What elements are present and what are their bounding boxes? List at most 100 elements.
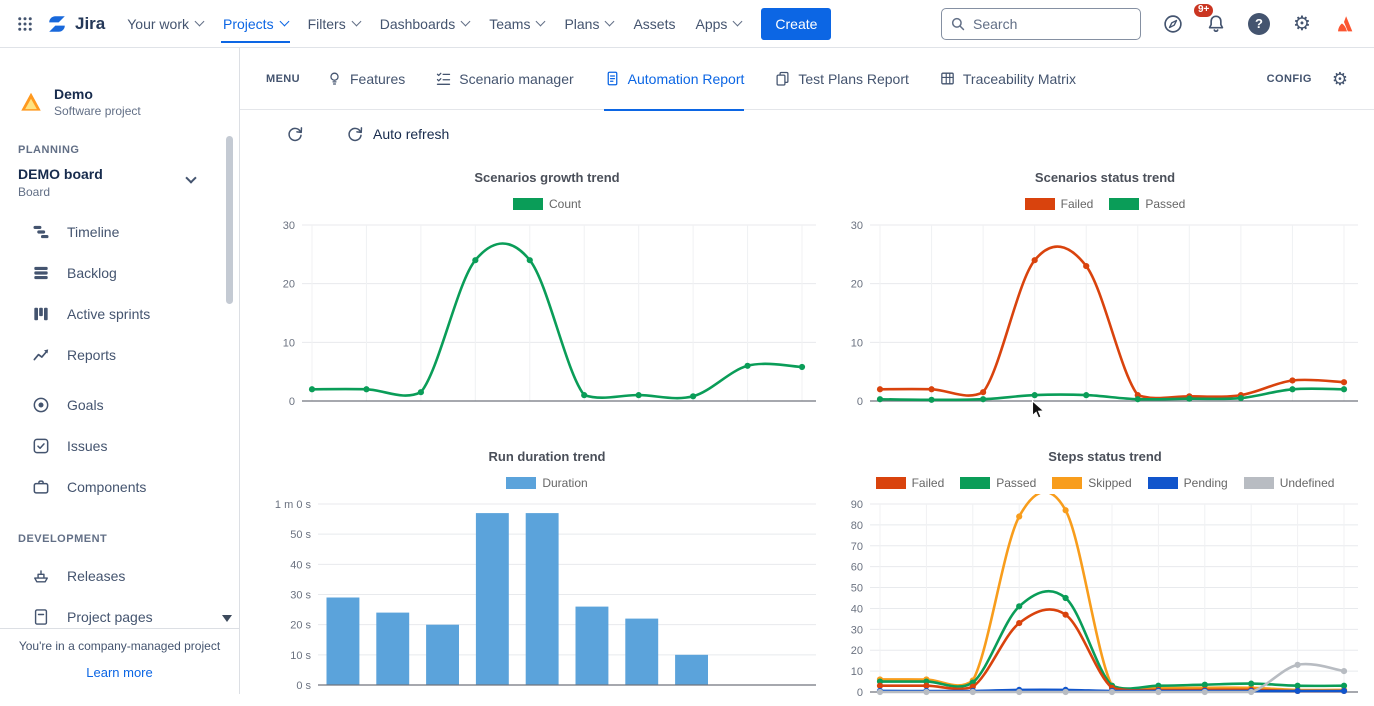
tab-features[interactable]: Features	[326, 48, 405, 110]
menu-button[interactable]: MENU	[266, 73, 300, 85]
help-icon[interactable]: ?	[1244, 9, 1274, 39]
settings-gear-icon[interactable]: ⚙	[1287, 9, 1317, 39]
svg-text:20: 20	[851, 279, 863, 291]
steps-status-chart[interactable]: 0102030405060708090	[836, 494, 1368, 706]
sidebar-item-releases[interactable]: Releases	[0, 555, 239, 596]
legend-swatch-icon	[960, 477, 990, 489]
reports-icon	[30, 344, 52, 366]
legend-item[interactable]: Failed	[876, 476, 945, 490]
legend-label: Passed	[996, 476, 1036, 490]
svg-text:40: 40	[851, 603, 863, 615]
legend-item[interactable]: Count	[513, 197, 581, 211]
sidebar-item-issues[interactable]: Issues	[0, 425, 239, 466]
run-duration-chart[interactable]: 0 s10 s20 s30 s40 s50 s1 m 0 s	[266, 494, 826, 699]
legend-item[interactable]: Undefined	[1244, 476, 1335, 490]
sidebar-item-backlog[interactable]: Backlog	[0, 252, 239, 293]
discover-compass-icon[interactable]	[1158, 9, 1188, 39]
chart-title: Scenarios status trend	[836, 170, 1374, 185]
sidebar-item-components[interactable]: Components	[0, 466, 239, 507]
legend-item[interactable]: Passed	[1109, 197, 1185, 211]
sidebar-item-label: Timeline	[67, 224, 119, 240]
nav-item-projects[interactable]: Projects	[213, 7, 298, 41]
section-label-planning: PLANNING	[18, 144, 239, 156]
nav-item-plans[interactable]: Plans	[554, 7, 623, 41]
nav-item-teams[interactable]: Teams	[479, 7, 554, 41]
page-icon	[30, 606, 52, 628]
legend-label: Passed	[1145, 197, 1185, 211]
tab-label: Scenario manager	[459, 71, 573, 87]
nav-item-filters[interactable]: Filters	[298, 7, 370, 41]
tab-test-plans-report[interactable]: Test Plans Report	[774, 48, 909, 110]
auto-refresh-label: Auto refresh	[373, 126, 449, 142]
chart-legend: Failed Passed	[836, 197, 1374, 211]
sidebar-item-label: Components	[67, 479, 146, 495]
nav-item-your-work[interactable]: Your work	[117, 7, 213, 41]
create-button[interactable]: Create	[761, 8, 831, 40]
chevron-down-icon	[351, 17, 361, 27]
config-button[interactable]: CONFIG	[1267, 73, 1312, 85]
chart-scenarios-status-trend: Scenarios status trend Failed Passed 0102…	[828, 158, 1374, 415]
sidebar-item-reports[interactable]: Reports	[0, 334, 239, 375]
nav-item-dashboards[interactable]: Dashboards	[370, 7, 480, 41]
svg-text:20: 20	[851, 645, 863, 657]
atlassian-logo-icon[interactable]	[1330, 9, 1360, 39]
jira-logo-icon	[46, 13, 68, 35]
project-sidebar: Demo Software project PLANNING DEMO boar…	[0, 48, 240, 694]
nav-item-label: Apps	[695, 16, 727, 32]
pages-icon	[774, 70, 791, 87]
legend-item[interactable]: Failed	[1025, 197, 1094, 211]
nav-item-label: Projects	[223, 16, 274, 32]
legend-label: Undefined	[1280, 476, 1335, 490]
svg-text:80: 80	[851, 520, 863, 532]
sidebar-item-goals[interactable]: Goals	[0, 384, 239, 425]
svg-text:40 s: 40 s	[290, 559, 311, 571]
tab-label: Features	[350, 71, 405, 87]
top-navigation: Jira Your work Projects Filters Dashboar…	[0, 0, 1374, 48]
sidebar-scrollbar-thumb[interactable]	[226, 136, 233, 304]
project-type: Software project	[54, 104, 141, 118]
target-icon	[30, 394, 52, 416]
nav-item-assets[interactable]: Assets	[623, 7, 685, 41]
legend-item[interactable]: Pending	[1148, 476, 1228, 490]
learn-more-link[interactable]: Learn more	[86, 665, 152, 680]
notifications-bell-icon[interactable]: 9+	[1201, 9, 1231, 39]
svg-text:30: 30	[283, 220, 295, 232]
legend-item[interactable]: Duration	[506, 476, 587, 490]
scenarios-status-chart[interactable]: 0102030	[836, 215, 1368, 415]
topnav-right: 9+ ? ⚙	[941, 8, 1360, 40]
app-switcher-icon[interactable]	[10, 9, 40, 39]
checklist-icon	[435, 70, 452, 87]
scenarios-growth-chart[interactable]: 0102030	[266, 215, 826, 415]
svg-text:10 s: 10 s	[290, 650, 311, 662]
project-header[interactable]: Demo Software project	[0, 48, 239, 118]
legend-label: Failed	[1061, 197, 1094, 211]
tab-label: Automation Report	[628, 71, 745, 87]
chevron-down-icon	[279, 17, 289, 27]
auto-refresh-toggle[interactable]: Auto refresh	[346, 125, 449, 143]
legend-swatch-icon	[513, 198, 543, 210]
sidebar-item-label: Issues	[67, 438, 107, 454]
auto-refresh-icon	[346, 125, 364, 143]
legend-item[interactable]: Passed	[960, 476, 1036, 490]
nav-item-label: Filters	[308, 16, 346, 32]
legend-item[interactable]: Skipped	[1052, 476, 1131, 490]
tab-scenario-manager[interactable]: Scenario manager	[435, 48, 573, 110]
search-input[interactable]	[941, 8, 1141, 40]
nav-item-apps[interactable]: Apps	[685, 7, 751, 41]
scroll-down-arrow-icon[interactable]	[222, 615, 232, 622]
sidebar-footer: You're in a company-managed project Lear…	[0, 628, 239, 694]
legend-swatch-icon	[506, 477, 536, 489]
jira-logo[interactable]: Jira	[40, 13, 117, 35]
svg-text:20: 20	[283, 279, 295, 291]
config-gear-icon[interactable]: ⚙	[1332, 70, 1348, 88]
tab-automation-report[interactable]: Automation Report	[604, 48, 745, 110]
board-selector[interactable]: DEMO board Board	[0, 166, 239, 199]
legend-swatch-icon	[1244, 477, 1274, 489]
nav-item-label: Plans	[564, 16, 599, 32]
tab-traceability-matrix[interactable]: Traceability Matrix	[939, 48, 1076, 110]
sidebar-item-active-sprints[interactable]: Active sprints	[0, 293, 239, 334]
refresh-button[interactable]	[286, 125, 304, 143]
svg-text:20 s: 20 s	[290, 620, 311, 632]
chevron-down-icon	[605, 17, 615, 27]
sidebar-item-timeline[interactable]: Timeline	[0, 211, 239, 252]
